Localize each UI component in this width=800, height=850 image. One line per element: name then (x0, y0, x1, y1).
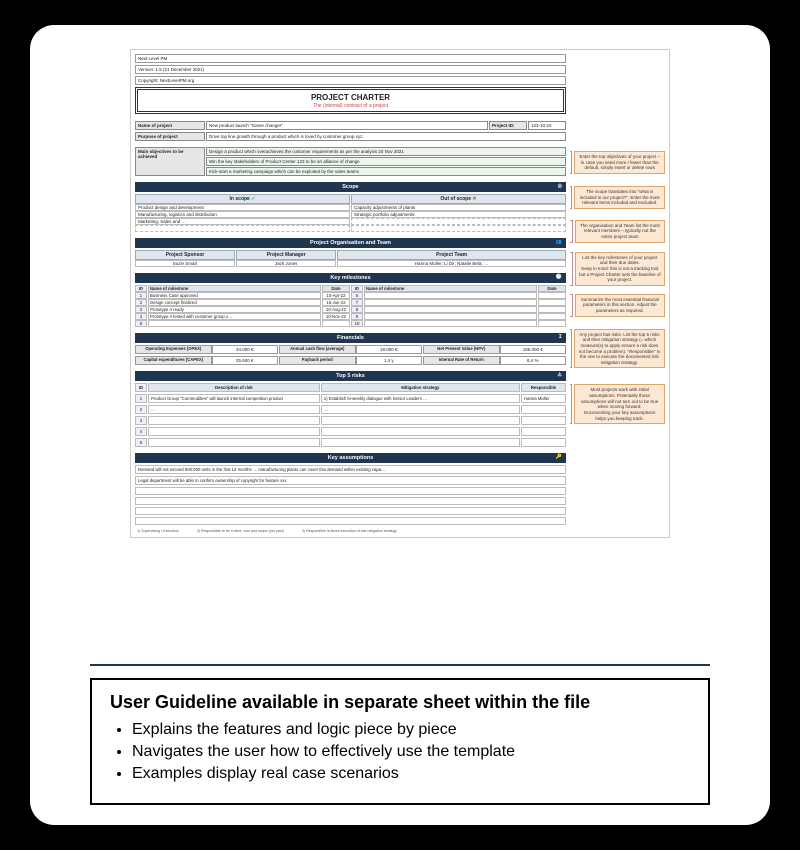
header-milestones: Key milestones🕑 (135, 273, 566, 283)
doc-main-column: Next Level PM Version: 1.5 (21 December … (135, 54, 566, 533)
card: Next Level PM Version: 1.5 (21 December … (30, 25, 770, 825)
table-row: 10 (351, 320, 566, 327)
org-team-row: Project Sponsor Suzie Smart Project Mana… (135, 250, 566, 267)
sigma-icon: Σ (559, 334, 562, 340)
out-scope-empty-1 (351, 218, 566, 225)
hint-org: The organisation and Team list the most … (575, 220, 665, 243)
table-row: 5 (135, 320, 350, 327)
title-sub: The (internal) contract of a project (138, 103, 563, 109)
header-assumptions: Key assumptions🔑 (135, 453, 566, 463)
doc-hints-column: Enter the top objectives of your project… (570, 54, 665, 533)
assumption-empty (135, 487, 566, 495)
key-icon: 🔑 (556, 454, 562, 460)
table-row: 9 (351, 313, 566, 320)
objective-3: Kick-start a marketing campaign which ca… (206, 167, 566, 176)
scope-columns: In scope ✓ Product design and developmen… (135, 194, 566, 232)
hint-milestones: List the key milestones of your project … (575, 252, 665, 286)
assumption-2: Legal department will be able to confirm… (135, 476, 566, 485)
table-row: 3Prototype A ready10-Aug-22 (135, 306, 350, 313)
value-pm: Jack Jones (236, 260, 336, 267)
list-item: Examples display real case scenarios (132, 765, 690, 783)
milestones-table: IDName of milestoneDate 1Business Case a… (135, 285, 566, 327)
in-scope-empty (135, 225, 350, 232)
in-scope-2: Manufacturing, logistics and distributio… (135, 211, 350, 218)
list-item: Navigates the user how to effectively us… (132, 743, 690, 761)
value-sponsor: Suzie Smart (135, 260, 235, 267)
row-name: Name of project New product launch "Game… (135, 121, 566, 130)
header-financials: FinancialsΣ (135, 333, 566, 343)
out-scope-1: Capacity adjustments of plants (351, 204, 566, 211)
guideline-box: User Guideline available in separate she… (90, 678, 710, 805)
title-main: PROJECT CHARTER (138, 93, 563, 102)
title-block: PROJECT CHARTER The (internal) contract … (135, 87, 566, 114)
table-row: 3 (135, 416, 566, 425)
value-name: New product launch "Game changer" (206, 121, 488, 130)
hint-objectives: Enter the top objectives of your project… (574, 151, 665, 174)
table-row: 4Prototype A tested with customer group … (135, 313, 350, 320)
guideline-title: User Guideline available in separate she… (110, 692, 690, 713)
list-item: Explains the features and logic piece by… (132, 721, 690, 739)
objective-2: Win the key stakeholders of Product Cent… (206, 157, 566, 166)
assumption-empty (135, 497, 566, 505)
table-row: 5 (135, 438, 566, 447)
value-team: Hanna Muller; Li Dir; Natalie Bela; … (337, 260, 566, 267)
header-risks: Top 5 risks⚠ (135, 371, 566, 381)
financials-row-1: Operating Expenses (OPEX)34.000 € Annual… (135, 345, 566, 354)
table-row: 1Product Group "Commodities" will launch… (135, 394, 566, 403)
label-out-scope: Out of scope ✕ (351, 194, 566, 204)
label-sponsor: Project Sponsor (135, 250, 235, 260)
label-in-scope: In scope ✓ (135, 194, 350, 204)
hint-assumptions: Most projects work with initial assumpti… (574, 384, 665, 424)
meta-copyright: Copyright: NextLevelPM.org (135, 76, 566, 85)
table-row: 1Business Case approved10-Apr-22 (135, 292, 350, 299)
project-charter-document: Next Level PM Version: 1.5 (21 December … (130, 49, 670, 538)
divider (90, 664, 710, 666)
table-row: 2…… (135, 405, 566, 414)
out-scope-empty-2 (351, 225, 566, 232)
row-objectives: Main objectives to be achieved Design a … (135, 147, 566, 176)
hint-financials: Summarize the most essential financial p… (575, 294, 665, 317)
objective-1: Design a product which overachieves the … (206, 147, 566, 156)
financials-row-2: Capital expenditures (CAPEX)25.600 € Pay… (135, 356, 566, 365)
meta-org: Next Level PM (135, 54, 566, 63)
table-row: 8 (351, 306, 566, 313)
meta-version: Version: 1.5 (21 December 2021) (135, 65, 566, 74)
row-purpose: Purpose of project Drive top line growth… (135, 132, 566, 141)
table-row: 6 (351, 292, 566, 299)
hint-scope: The scope translates into "what is inclu… (574, 186, 665, 209)
value-project-id: 123-10-22 (528, 121, 566, 130)
assumption-1: Demand will not exceed 500.000 units in … (135, 465, 566, 474)
table-row: 2Design concept finalized15-Jun-22 (135, 299, 350, 306)
in-scope-1: Product design and development (135, 204, 350, 211)
header-org-team: Project Organisation and Team👥 (135, 238, 566, 248)
hint-risks: Any project has risks. List the top 5 ri… (574, 329, 665, 369)
footnotes: 1) Supervising • Executive 2) Responsibl… (135, 527, 566, 533)
label-team: Project Team (337, 250, 566, 260)
clock-icon: 🕑 (556, 274, 562, 280)
in-scope-3: Marketing, Sales and … (135, 218, 350, 225)
label-objectives: Main objectives to be achieved (135, 147, 205, 176)
assumption-empty (135, 517, 566, 525)
out-scope-2: Strategic portfolio adjustments (351, 211, 566, 218)
document-preview-area: Next Level PM Version: 1.5 (21 December … (58, 45, 742, 650)
warning-icon: ⚠ (558, 372, 562, 378)
target-icon: ◎ (558, 183, 562, 189)
label-project-id: Project ID: (489, 121, 527, 130)
assumption-empty (135, 507, 566, 515)
risks-header-row: ID Description of risk Mitigation strate… (135, 383, 566, 392)
value-purpose: Drive top line growth through a product … (206, 132, 566, 141)
label-pm: Project Manager (236, 250, 336, 260)
people-icon: 👥 (556, 239, 562, 245)
label-name: Name of project (135, 121, 205, 130)
table-row: 7 (351, 299, 566, 306)
guideline-list: Explains the features and logic piece by… (110, 721, 690, 783)
label-purpose: Purpose of project (135, 132, 205, 141)
header-scope: Scope◎ (135, 182, 566, 192)
table-row: 4 (135, 427, 566, 436)
